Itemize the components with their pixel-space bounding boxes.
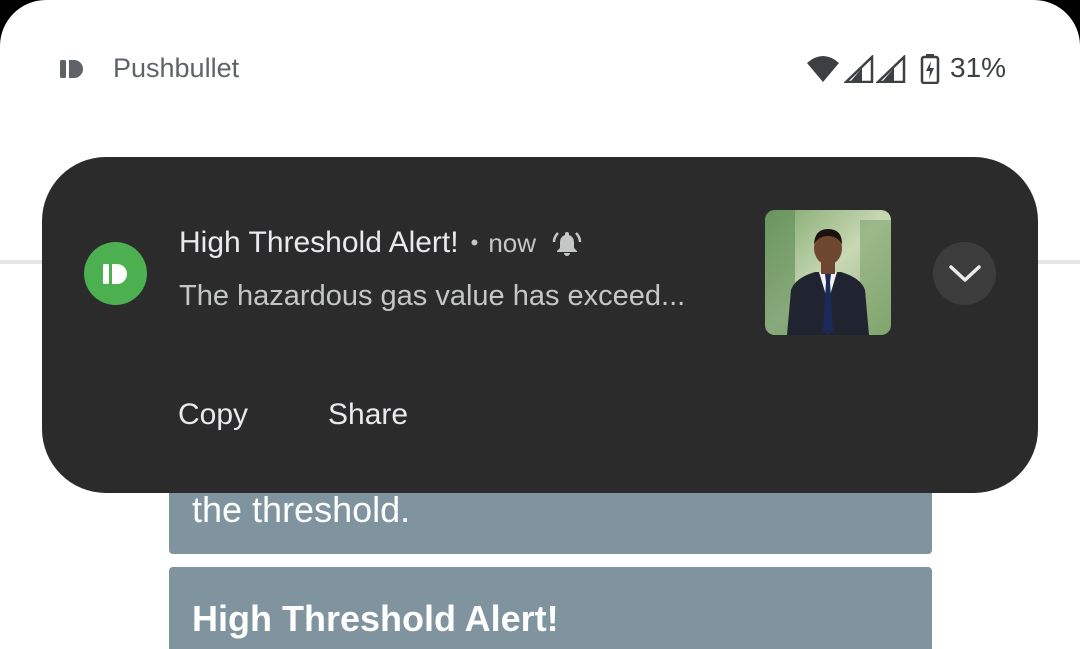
wifi-icon	[807, 56, 839, 82]
notification-body: The hazardous gas value has exceed...	[179, 280, 686, 312]
signal-icon	[844, 55, 874, 83]
status-icons	[806, 53, 940, 85]
notification-header: High Threshold Alert! • now	[179, 223, 582, 263]
message-text: the threshold.	[192, 489, 411, 530]
battery-percentage: 31%	[950, 52, 1007, 83]
message-title: High Threshold Alert!	[192, 598, 559, 639]
bell-icon	[552, 232, 582, 256]
copy-button[interactable]: Copy	[178, 395, 248, 435]
notification-time: now	[488, 228, 537, 258]
separator-dot: •	[470, 230, 479, 255]
battery-charging-icon	[920, 54, 940, 84]
heads-up-notification[interactable]: High Threshold Alert! • now The hazardou…	[42, 157, 1038, 493]
share-button[interactable]: Share	[328, 395, 408, 435]
notification-image	[765, 210, 891, 335]
message-card[interactable]: High Threshold Alert!	[169, 567, 932, 649]
app-name: Pushbullet	[113, 53, 240, 83]
expand-button[interactable]	[933, 242, 996, 305]
pushbullet-icon	[84, 242, 147, 305]
chevron-down-icon	[948, 264, 981, 282]
screen: Pushbullet 31% the threshold. High Thres…	[0, 0, 1080, 649]
notification-title: High Threshold Alert!	[179, 226, 459, 259]
signal-icon-2	[876, 55, 906, 83]
pushbullet-icon	[60, 60, 83, 78]
